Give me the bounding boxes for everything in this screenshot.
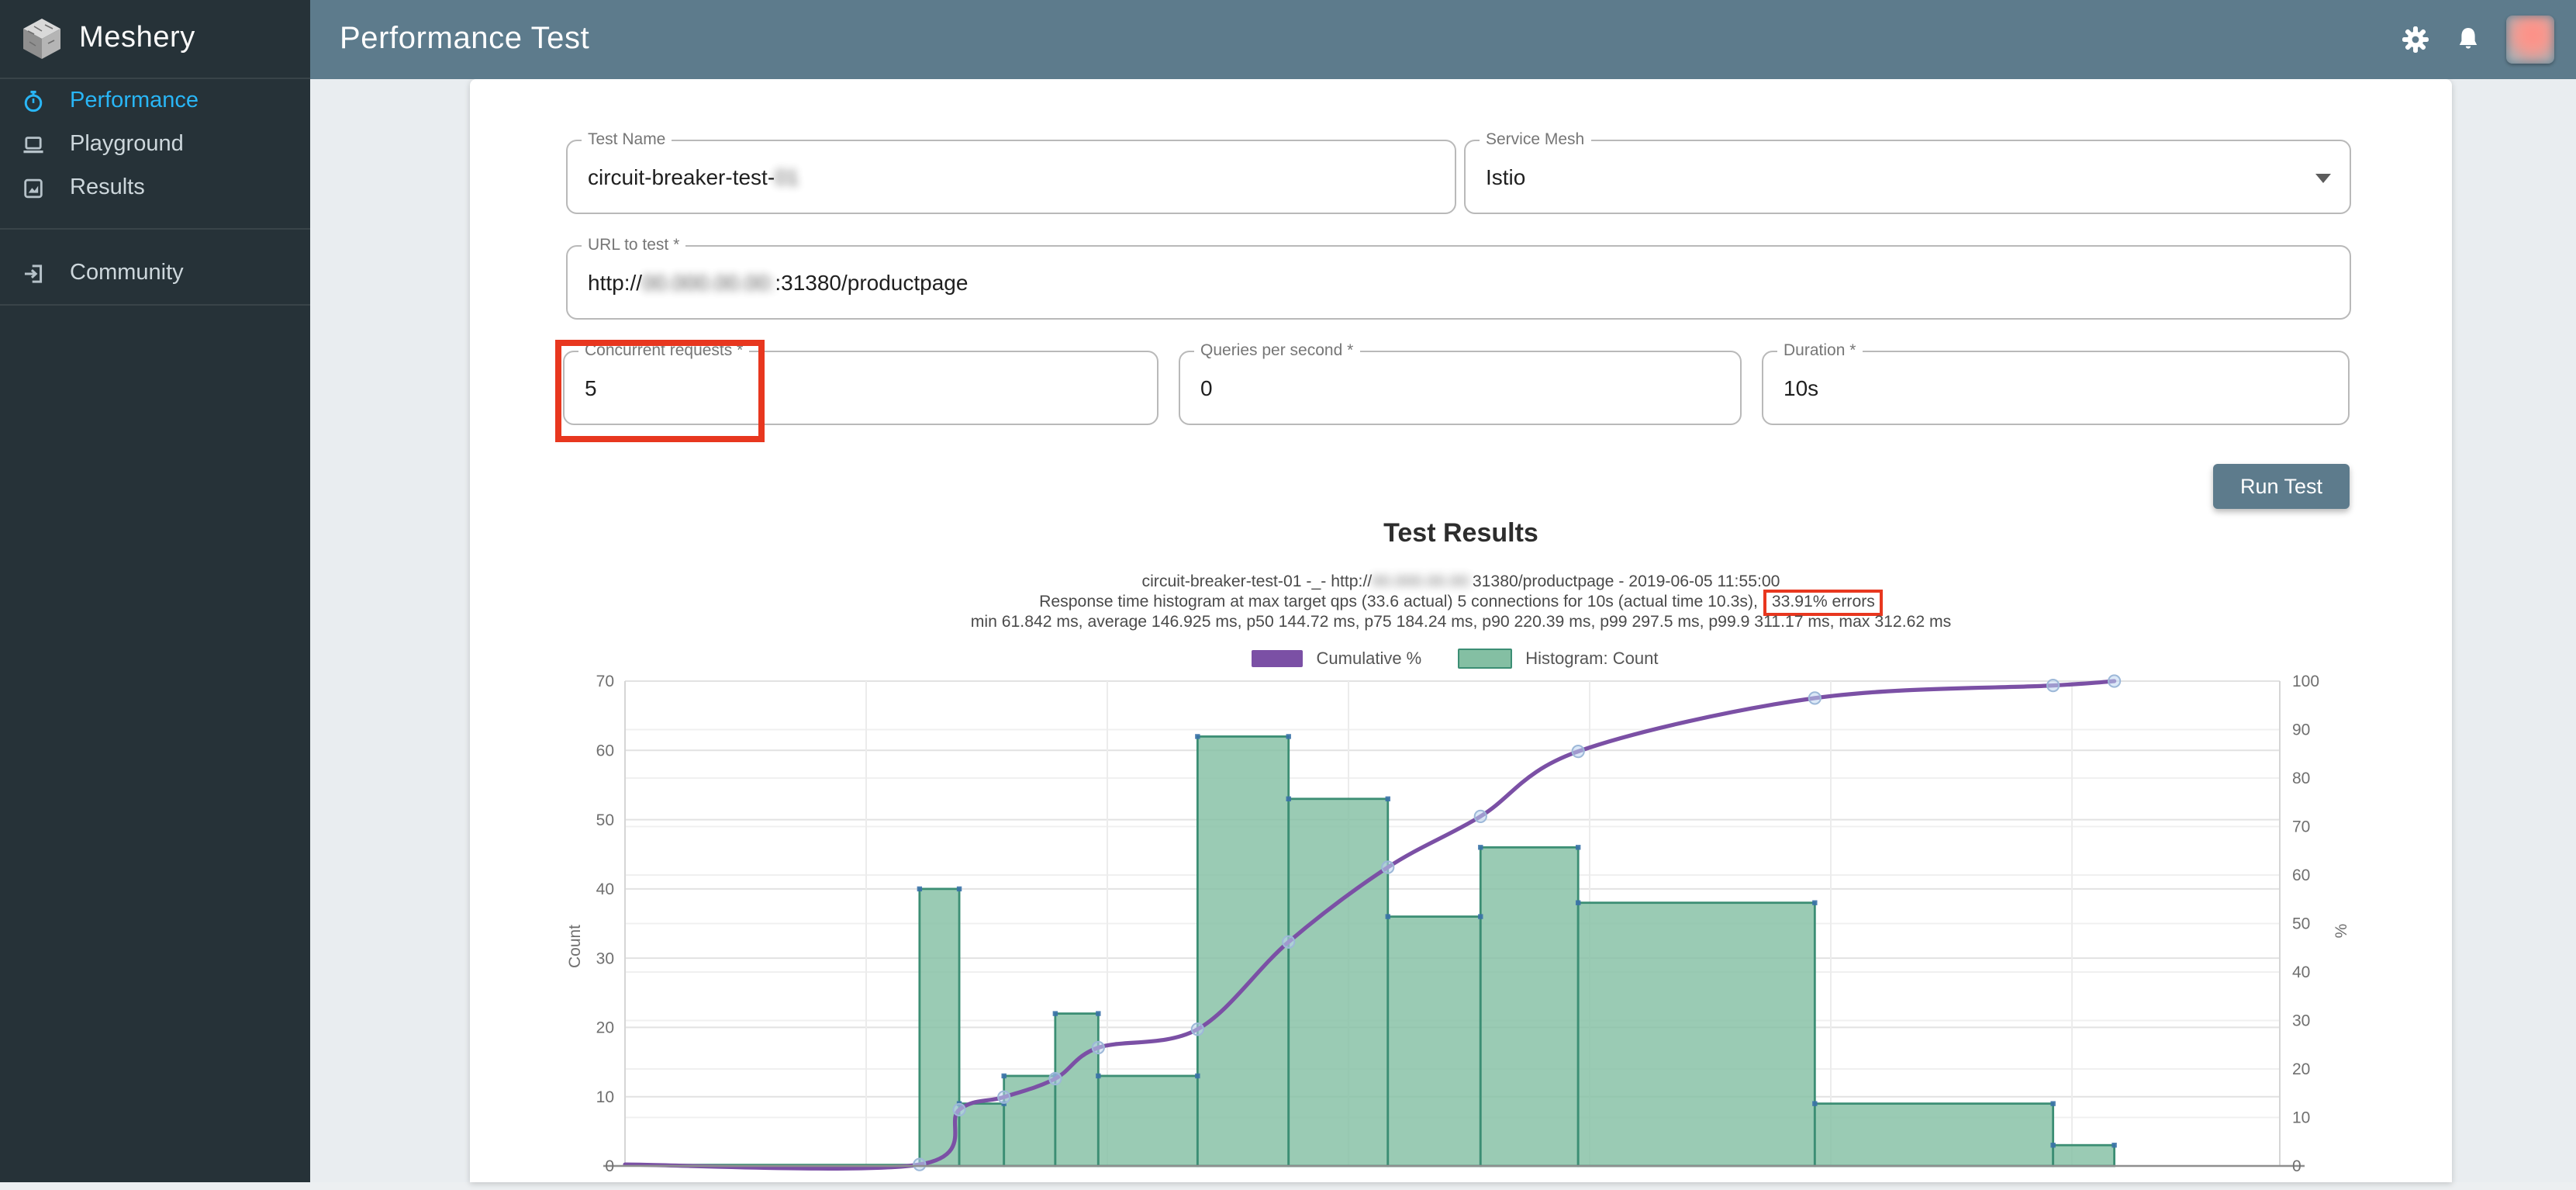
brand-label: Meshery xyxy=(79,22,195,56)
svg-text:40: 40 xyxy=(596,880,614,898)
test-name-value: circuit-breaker-test-01 xyxy=(588,164,799,189)
duration-label: Duration * xyxy=(1777,341,1862,360)
svg-text:20: 20 xyxy=(2292,1060,2310,1078)
url-value: http://00.000.00.00::31380/productpage xyxy=(588,270,968,295)
svg-text:80: 80 xyxy=(2292,770,2310,787)
url-label: URL to test * xyxy=(582,236,685,254)
sidebar-item-label: Community xyxy=(70,261,184,285)
sidebar-divider xyxy=(0,228,310,230)
concurrent-requests-value: 5 xyxy=(585,375,597,400)
sidebar-item-label: Results xyxy=(70,175,145,200)
svg-text:0: 0 xyxy=(605,1157,614,1175)
sidebar: Meshery Performance Playground Results Com… xyxy=(0,0,310,1182)
svg-text:0: 0 xyxy=(2292,1157,2301,1175)
queries-per-second-label: Queries per second * xyxy=(1194,341,1359,360)
cumulative-legend-label: Cumulative % xyxy=(1317,649,1422,668)
results-line1: circuit-breaker-test-01 -_- http://00.00… xyxy=(470,573,2452,593)
svg-text:50: 50 xyxy=(2292,915,2310,933)
histogram-legend-label: Histogram: Count xyxy=(1525,649,1658,668)
user-avatar[interactable] xyxy=(2506,16,2554,64)
svg-text:10: 10 xyxy=(2292,1109,2310,1127)
gear-icon[interactable] xyxy=(2401,25,2430,54)
errors-highlight-annotation: 33.91% errors xyxy=(1764,590,1883,616)
service-mesh-value: Istio xyxy=(1486,164,1525,189)
exit-icon xyxy=(22,261,45,285)
meshery-logo-icon xyxy=(19,16,65,62)
svg-text:60: 60 xyxy=(596,742,614,759)
svg-text:70: 70 xyxy=(596,673,614,690)
svg-text:50: 50 xyxy=(596,811,614,829)
results-line2: Response time histogram at max target qp… xyxy=(470,593,2452,613)
duration-field[interactable]: Duration * 10s xyxy=(1762,351,2350,425)
queries-per-second-value: 0 xyxy=(1200,375,1213,400)
redacted-text: 00.000.00.00: xyxy=(1372,573,1473,591)
response-time-chart[interactable]: 0 10 20 30 40 50 60 70 0 10 20 30 40 50 60 70 80 90 100 Cou… xyxy=(558,670,2373,1182)
svg-text:100: 100 xyxy=(2292,673,2319,690)
test-name-label: Test Name xyxy=(582,130,672,149)
run-test-button[interactable]: Run Test xyxy=(2213,464,2350,509)
redacted-text: 00.000.00.00: xyxy=(642,270,775,295)
service-mesh-label: Service Mesh xyxy=(1480,130,1590,149)
app-window: Meshery Performance Playground Results Com… xyxy=(0,0,2576,1182)
sidebar-item-performance[interactable]: Performance xyxy=(0,79,310,123)
results-heading: Test Results xyxy=(470,518,2452,549)
test-name-field[interactable]: Test Name circuit-breaker-test-01 xyxy=(566,140,1456,214)
sidebar-item-label: Performance xyxy=(70,88,199,113)
svg-text:30: 30 xyxy=(596,950,614,967)
sidebar-item-label: Playground xyxy=(70,132,184,157)
bell-icon[interactable] xyxy=(2453,25,2483,54)
sidebar-divider xyxy=(0,304,310,306)
svg-text:20: 20 xyxy=(596,1019,614,1037)
sidebar-item-community[interactable]: Community xyxy=(0,251,310,295)
queries-per-second-field[interactable]: Queries per second * 0 xyxy=(1179,351,1742,425)
svg-text:%: % xyxy=(2333,924,2350,939)
duration-value: 10s xyxy=(1784,375,1818,400)
concurrent-requests-field[interactable]: Concurrent requests * 5 xyxy=(563,351,1159,425)
sidebar-item-playground[interactable]: Playground xyxy=(0,123,310,166)
results-icon xyxy=(22,176,45,199)
sidebar-item-results[interactable]: Results xyxy=(0,166,310,209)
service-mesh-select[interactable]: Service Mesh Istio xyxy=(1464,140,2351,214)
results-line3: min 61.842 ms, average 146.925 ms, p50 1… xyxy=(470,614,2452,634)
chevron-down-icon xyxy=(2315,174,2331,183)
svg-text:10: 10 xyxy=(596,1088,614,1106)
laptop-icon xyxy=(22,133,45,156)
url-field[interactable]: URL to test * http://00.000.00.00::31380… xyxy=(566,245,2351,320)
brand[interactable]: Meshery xyxy=(0,0,310,78)
svg-text:30: 30 xyxy=(2292,1012,2310,1030)
chart-legend: Cumulative % Histogram: Count xyxy=(558,649,2373,669)
results-info: circuit-breaker-test-01 -_- http://00.00… xyxy=(470,573,2452,634)
page-title: Performance Test xyxy=(340,22,589,57)
redacted-text: 01 xyxy=(775,164,799,189)
svg-text:70: 70 xyxy=(2292,818,2310,836)
svg-text:40: 40 xyxy=(2292,963,2310,981)
svg-text:Count: Count xyxy=(566,925,584,968)
stopwatch-icon xyxy=(22,89,45,112)
histogram-legend-swatch xyxy=(1457,649,1511,669)
svg-text:90: 90 xyxy=(2292,721,2310,739)
header-actions xyxy=(2401,0,2554,79)
svg-text:60: 60 xyxy=(2292,867,2310,884)
concurrent-requests-label: Concurrent requests * xyxy=(578,341,749,360)
header: Performance Test xyxy=(310,0,2576,79)
avatar-blur xyxy=(2506,16,2554,64)
cumulative-legend-swatch xyxy=(1252,650,1303,667)
